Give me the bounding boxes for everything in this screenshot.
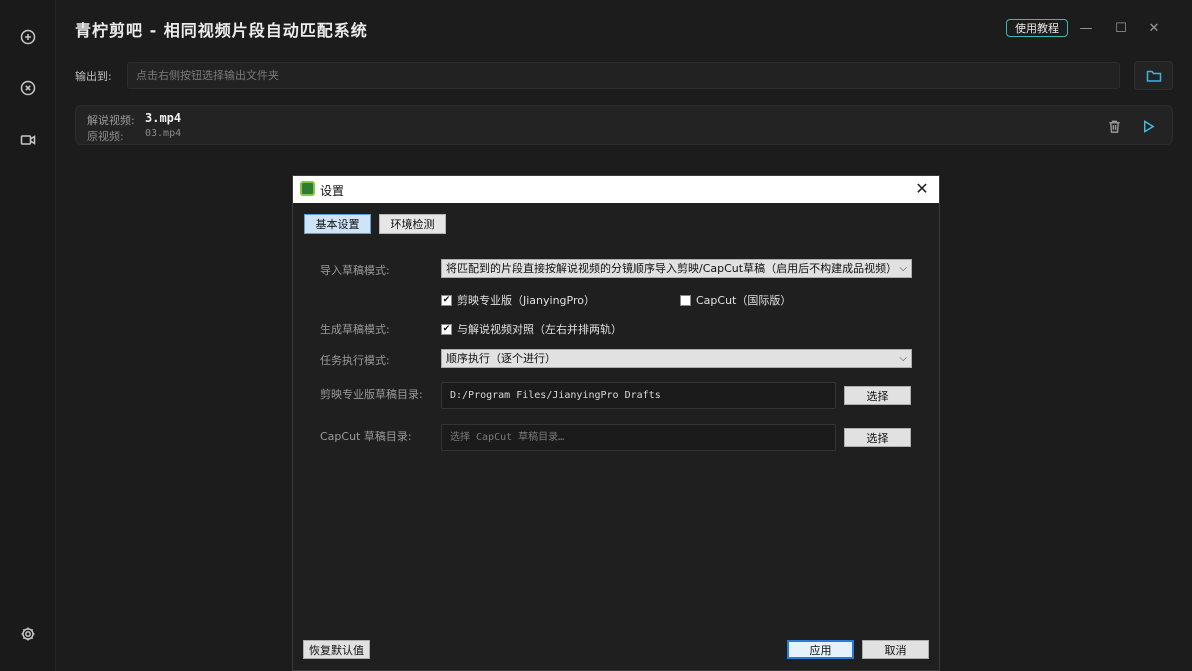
task-item[interactable]: 解说视频: 3.mp4 原视频: 03.mp4: [75, 105, 1173, 145]
gear-icon[interactable]: [16, 622, 40, 646]
choose-folder-button[interactable]: [1134, 61, 1173, 90]
capcut-label: CapCut（国际版）: [696, 294, 792, 307]
chevron-down-icon: ⌵: [899, 263, 907, 274]
exec-mode-label: 任务执行模式:: [320, 354, 390, 367]
import-mode-value: 将匹配到的片段直接按解说视频的分镜顺序导入剪映/CapCut草稿（启用后不构建成…: [446, 262, 898, 275]
dialog-titlebar: 设置 ✕: [293, 176, 939, 203]
jianying-pro-checkbox[interactable]: ✔ 剪映专业版（JianyingPro）: [441, 292, 595, 308]
import-mode-select[interactable]: 将匹配到的片段直接按解说视频的分镜顺序导入剪映/CapCut草稿（启用后不构建成…: [441, 259, 912, 278]
capcut-dir-label: CapCut 草稿目录:: [320, 430, 412, 443]
jianying-pro-label: 剪映专业版（JianyingPro）: [457, 294, 595, 307]
narration-video-label: 解说视频:: [87, 114, 135, 127]
apply-button[interactable]: 应用: [787, 640, 854, 659]
source-video-value: 03.mp4: [145, 128, 182, 139]
settings-dialog: 设置 ✕ 基本设置 环境检测 导入草稿模式: 将匹配到的片段直接按解说视频的分镜…: [292, 175, 940, 671]
side-by-side-checkbox[interactable]: ✔ 与解说视频对照（左右并排两轨）: [441, 321, 622, 337]
app-logo-icon: [300, 181, 315, 196]
output-path-input[interactable]: 点击右侧按钮选择输出文件夹: [127, 62, 1120, 89]
window-close-button[interactable]: ✕: [1144, 18, 1164, 38]
cancel-button[interactable]: 取消: [862, 640, 929, 659]
folder-icon: [1146, 70, 1161, 82]
dialog-close-button[interactable]: ✕: [913, 179, 931, 199]
import-mode-label: 导入草稿模式:: [320, 264, 390, 277]
jianying-dir-choose-button[interactable]: 选择: [844, 386, 911, 405]
chevron-down-icon: ⌵: [899, 353, 907, 364]
checkbox-checked-icon: ✔: [441, 323, 452, 335]
reset-defaults-button[interactable]: 恢复默认值: [303, 640, 370, 659]
checkbox-checked-icon: ✔: [441, 294, 452, 306]
maximize-button[interactable]: ☐: [1111, 18, 1131, 38]
dialog-title: 设置: [320, 184, 345, 198]
minimize-button[interactable]: —: [1076, 18, 1096, 38]
app-title: 青柠剪吧 - 相同视频片段自动匹配系统: [75, 21, 368, 40]
output-label: 输出到:: [75, 70, 112, 83]
play-icon[interactable]: [1139, 117, 1157, 135]
tab-environment-check[interactable]: 环境检测: [379, 214, 446, 234]
video-camera-icon[interactable]: [16, 128, 40, 152]
tutorial-button[interactable]: 使用教程: [1006, 19, 1068, 37]
add-icon[interactable]: [16, 25, 40, 49]
remove-icon[interactable]: [16, 76, 40, 100]
exec-mode-value: 顺序执行（逐个进行）: [446, 352, 556, 365]
side-by-side-label: 与解说视频对照（左右并排两轨）: [457, 323, 622, 336]
capcut-checkbox[interactable]: CapCut（国际版）: [680, 292, 791, 308]
left-rail: [0, 0, 56, 671]
gen-mode-label: 生成草稿模式:: [320, 323, 390, 336]
jianying-dir-label: 剪映专业版草稿目录:: [320, 388, 423, 401]
exec-mode-select[interactable]: 顺序执行（逐个进行） ⌵: [441, 349, 912, 368]
checkbox-unchecked-icon: [680, 294, 691, 306]
source-video-label: 原视频:: [87, 130, 124, 143]
capcut-dir-input[interactable]: 选择 CapCut 草稿目录…: [441, 424, 836, 451]
tab-basic-settings[interactable]: 基本设置: [304, 214, 371, 234]
capcut-dir-choose-button[interactable]: 选择: [844, 428, 911, 447]
trash-icon[interactable]: [1105, 117, 1123, 135]
narration-video-value: 3.mp4: [145, 111, 182, 125]
jianying-dir-input[interactable]: D:/Program Files/JianyingPro Drafts: [441, 382, 836, 409]
